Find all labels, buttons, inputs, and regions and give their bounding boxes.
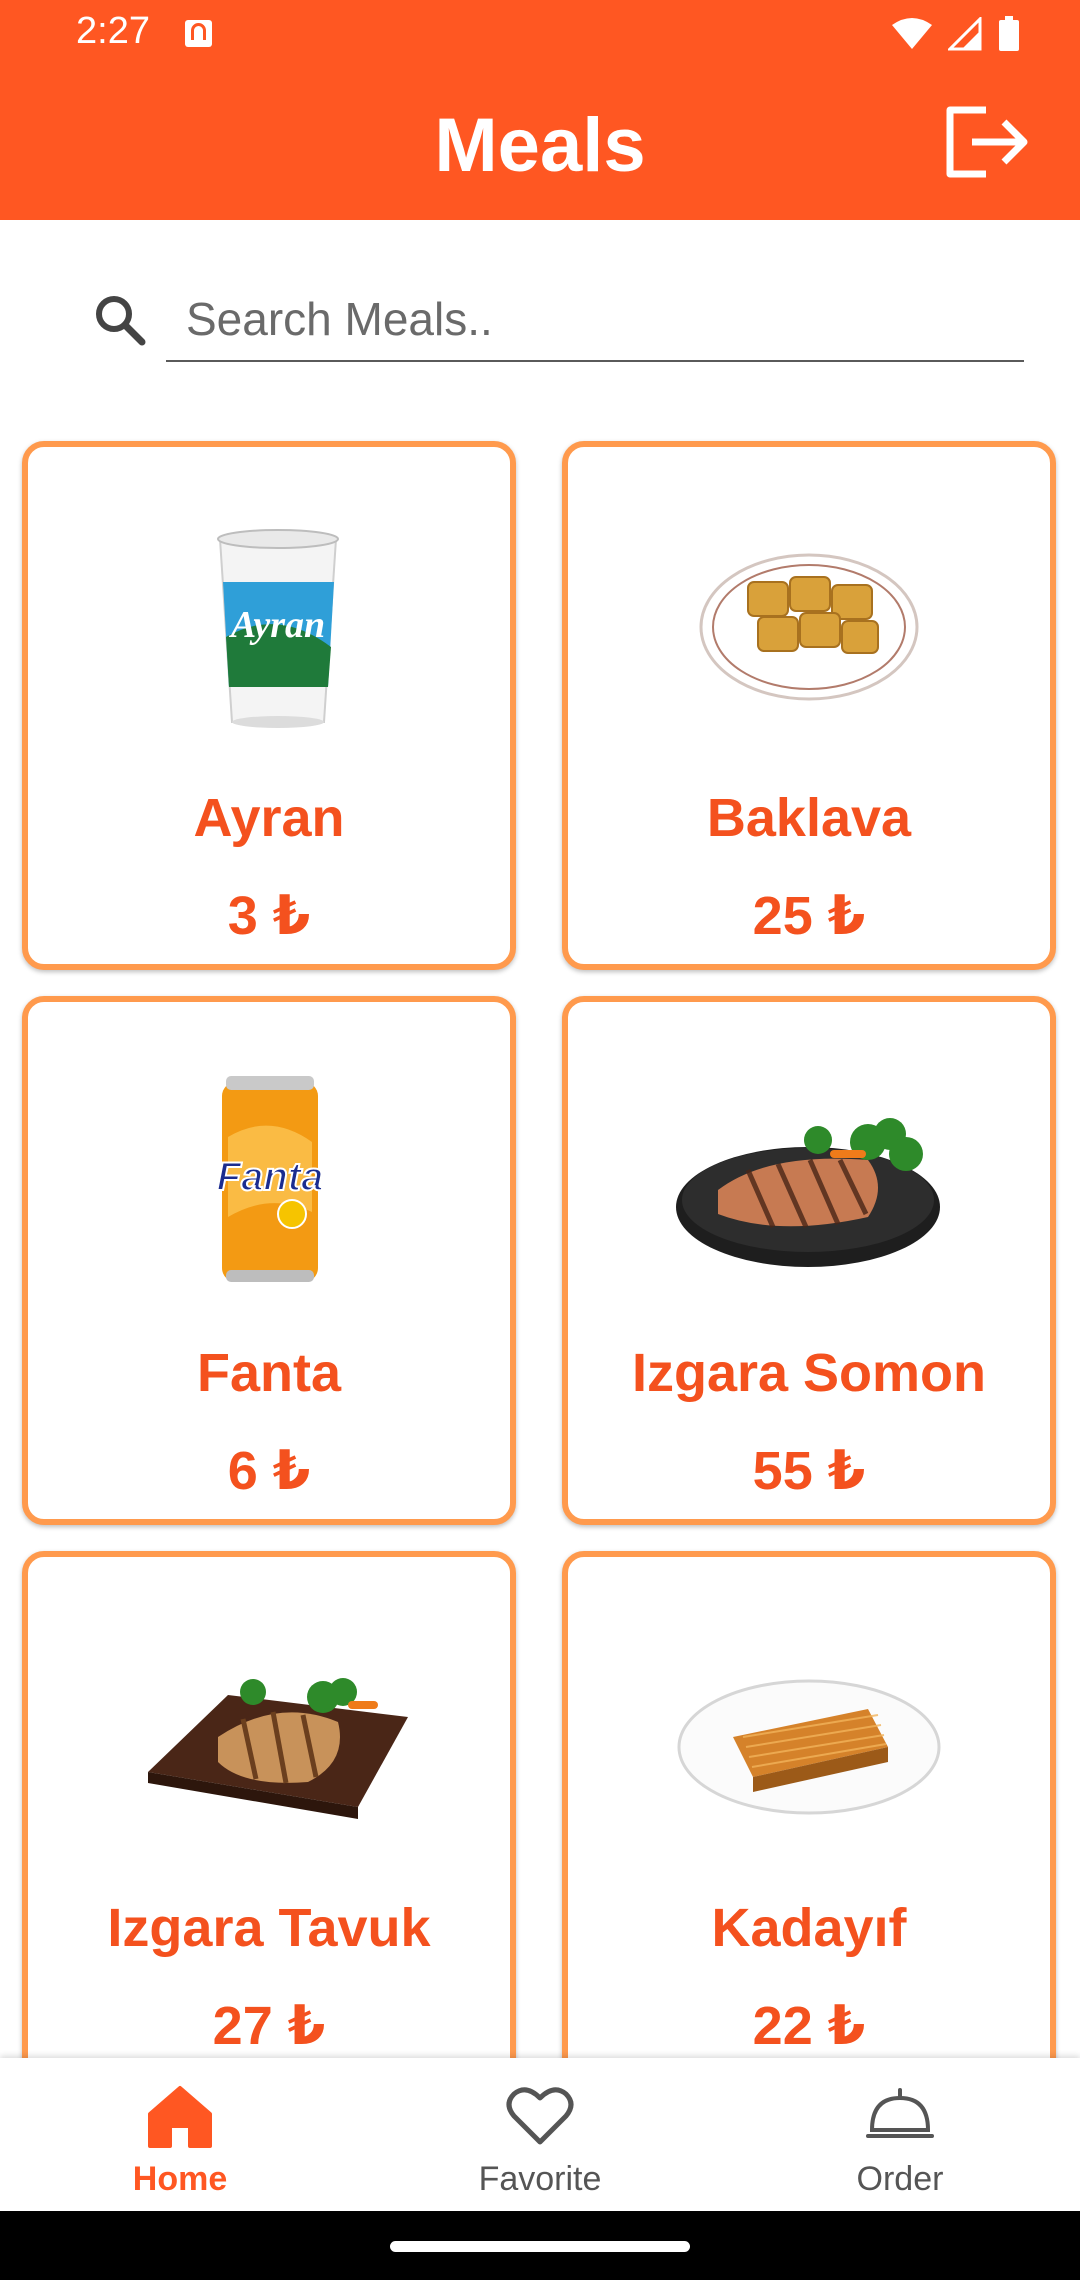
logout-icon[interactable] bbox=[940, 100, 1030, 184]
svg-text:Fanta: Fanta bbox=[217, 1155, 324, 1199]
meal-card-ayran[interactable]: Ayran Ayran 3 ₺ bbox=[22, 441, 516, 970]
kadayif-plate-image bbox=[677, 1679, 941, 1815]
search-input[interactable] bbox=[166, 278, 1024, 362]
nav-item-home[interactable]: Home bbox=[0, 2058, 360, 2211]
meal-price: 25 ₺ bbox=[752, 886, 866, 946]
home-icon bbox=[148, 2086, 212, 2148]
meal-price: 27 ₺ bbox=[212, 1996, 326, 2056]
meal-name: Izgara Somon bbox=[631, 1343, 987, 1403]
meal-card-izgara-somon[interactable]: Izgara Somon 55 ₺ bbox=[562, 996, 1056, 1525]
meal-card-baklava[interactable]: Baklava 25 ₺ bbox=[562, 441, 1056, 970]
meal-name: Kadayıf bbox=[711, 1898, 907, 1958]
nav-label-home: Home bbox=[132, 2160, 228, 2198]
page-title: Meals bbox=[434, 103, 646, 188]
notification-icon bbox=[185, 20, 212, 47]
search-bar bbox=[0, 220, 1080, 390]
signal-icon bbox=[948, 17, 982, 51]
status-bar: 2:27 bbox=[0, 0, 1080, 70]
status-time: 2:27 bbox=[76, 10, 150, 52]
wifi-icon bbox=[892, 18, 932, 49]
system-navigation-bar bbox=[0, 2211, 1080, 2280]
meal-price: 3 ₺ bbox=[227, 886, 311, 946]
meal-card-izgara-tavuk[interactable]: Izgara Tavuk 27 ₺ bbox=[22, 1551, 516, 2058]
meal-card-fanta[interactable]: Fanta Fanta 6 ₺ bbox=[22, 996, 516, 1525]
battery-icon bbox=[999, 16, 1019, 51]
meal-name: Fanta bbox=[196, 1343, 342, 1403]
baklava-plate-image bbox=[699, 553, 919, 701]
grilled-salmon-image bbox=[676, 1118, 940, 1267]
meal-price: 22 ₺ bbox=[752, 1996, 866, 2056]
meal-price: 6 ₺ bbox=[227, 1441, 311, 1501]
nav-label-order: Order bbox=[856, 2160, 944, 2198]
cloche-icon bbox=[866, 2088, 934, 2138]
home-gesture-handle[interactable] bbox=[390, 2241, 690, 2252]
meal-name: Izgara Tavuk bbox=[107, 1898, 431, 1958]
app-bar: Meals bbox=[0, 70, 1080, 220]
fanta-can-image: Fanta bbox=[216, 1076, 324, 1282]
nav-item-order[interactable]: Order bbox=[720, 2058, 1080, 2211]
heart-icon bbox=[506, 2087, 574, 2145]
bottom-navigation: Home Favorite Order bbox=[0, 2058, 1080, 2211]
nav-label-favorite: Favorite bbox=[478, 2160, 602, 2198]
search-icon bbox=[96, 296, 146, 346]
meal-name: Ayran bbox=[193, 788, 345, 848]
ayran-cup-image: Ayran bbox=[217, 529, 339, 728]
grilled-chicken-image bbox=[148, 1678, 408, 1819]
meal-price: 55 ₺ bbox=[752, 1441, 866, 1501]
svg-text:Ayran: Ayran bbox=[229, 604, 325, 646]
meal-name: Baklava bbox=[706, 788, 912, 848]
nav-item-favorite[interactable]: Favorite bbox=[360, 2058, 720, 2211]
meal-card-kadayif[interactable]: Kadayıf 22 ₺ bbox=[562, 1551, 1056, 2058]
